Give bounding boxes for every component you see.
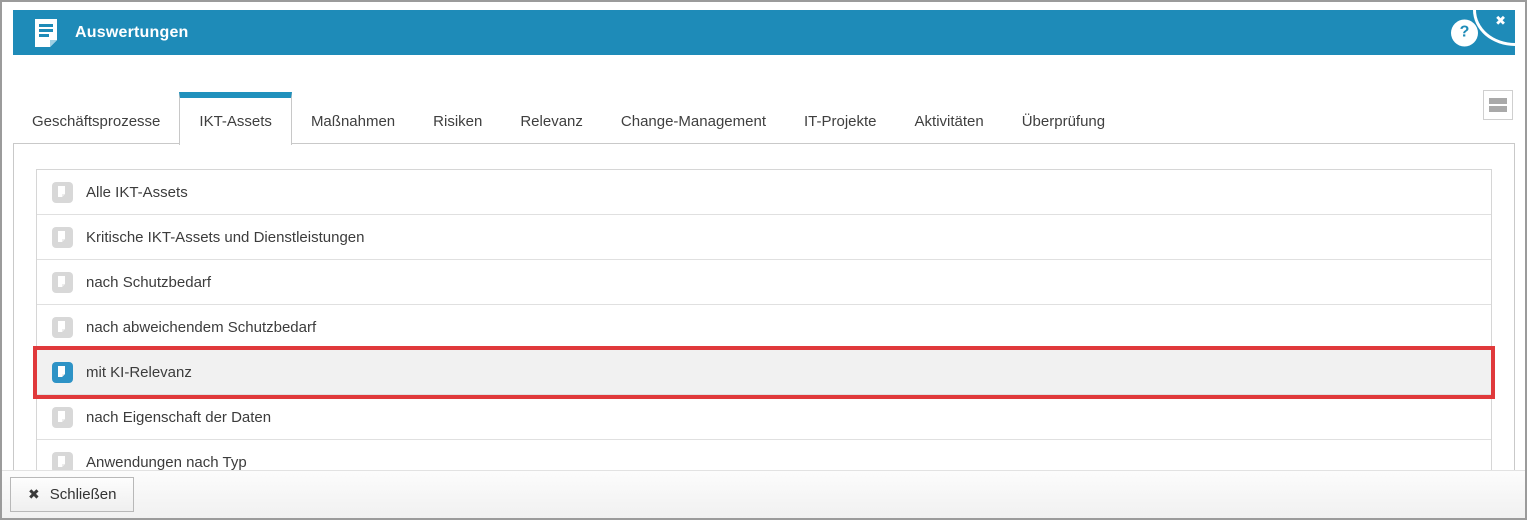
dialog-footer: ✖ Schließen — [2, 470, 1525, 518]
auswertungen-dialog: Auswertungen ? ✖ Geschäftsprozesse IKT-A… — [0, 0, 1527, 520]
tab-aktivit-ten[interactable]: Aktivitäten — [896, 92, 1003, 144]
document-icon — [52, 317, 73, 338]
close-icon: ✖ — [1495, 13, 1506, 29]
tab-gesch-ftsprozesse[interactable]: Geschäftsprozesse — [13, 92, 179, 144]
tab-risiken[interactable]: Risiken — [414, 92, 501, 144]
tab-label: Relevanz — [520, 113, 583, 130]
tab-it-projekte[interactable]: IT-Projekte — [785, 92, 896, 144]
report-list-item[interactable]: nach abweichendem Schutzbedarf — [37, 305, 1491, 350]
dialog-title: Auswertungen — [75, 24, 189, 42]
list-view-icon — [1489, 98, 1507, 104]
report-icon — [34, 19, 58, 47]
document-icon — [52, 362, 73, 383]
dialog-close-button[interactable]: ✖ — [1473, 10, 1515, 46]
document-icon — [52, 227, 73, 248]
report-list: Alle IKT-Assets Kritische IKT-Assets und… — [36, 169, 1492, 486]
document-icon — [52, 272, 73, 293]
help-button[interactable]: ? — [1451, 19, 1478, 46]
tab--berpr-fung[interactable]: Überprüfung — [1003, 92, 1124, 144]
tab-bar: Geschäftsprozesse IKT-Assets Maßnahmen R… — [13, 92, 1515, 144]
document-icon — [52, 407, 73, 428]
tab-ma-nahmen[interactable]: Maßnahmen — [292, 92, 414, 144]
report-list-item[interactable]: mit KI-Relevanz — [37, 350, 1491, 395]
tab-ikt-assets[interactable]: IKT-Assets — [179, 92, 292, 145]
tab-label: Geschäftsprozesse — [32, 113, 160, 130]
close-icon: ✖ — [28, 486, 40, 503]
report-list-item-label: Anwendungen nach Typ — [86, 454, 247, 471]
tab-label: IKT-Assets — [199, 113, 272, 130]
list-view-icon — [1489, 106, 1507, 112]
tab-label: Aktivitäten — [915, 113, 984, 130]
list-view-toggle-button[interactable] — [1483, 90, 1513, 120]
close-button-label: Schließen — [50, 486, 117, 503]
document-icon — [52, 182, 73, 203]
report-list-item[interactable]: Kritische IKT-Assets und Dienstleistunge… — [37, 215, 1491, 260]
report-list-item[interactable]: nach Schutzbedarf — [37, 260, 1491, 305]
tab-change-management[interactable]: Change-Management — [602, 92, 785, 144]
report-list-item-label: mit KI-Relevanz — [86, 364, 192, 381]
tab-label: Risiken — [433, 113, 482, 130]
report-list-item-label: nach Schutzbedarf — [86, 274, 211, 291]
report-list-item-label: Alle IKT-Assets — [86, 184, 188, 201]
report-list-item-label: nach abweichendem Schutzbedarf — [86, 319, 316, 336]
report-list-item[interactable]: nach Eigenschaft der Daten — [37, 395, 1491, 440]
tab-relevanz[interactable]: Relevanz — [501, 92, 602, 144]
report-list-item[interactable]: Alle IKT-Assets — [37, 170, 1491, 215]
tab-label: Change-Management — [621, 113, 766, 130]
report-list-item-label: Kritische IKT-Assets und Dienstleistunge… — [86, 229, 364, 246]
tab-label: IT-Projekte — [804, 113, 877, 130]
tab-label: Überprüfung — [1022, 113, 1105, 130]
question-mark-icon: ? — [1460, 24, 1470, 42]
close-dialog-button[interactable]: ✖ Schließen — [10, 477, 134, 512]
tab-label: Maßnahmen — [311, 113, 395, 130]
dialog-header: Auswertungen ? ✖ — [13, 10, 1515, 55]
tab-content-panel: Alle IKT-Assets Kritische IKT-Assets und… — [13, 143, 1515, 518]
report-list-item-label: nach Eigenschaft der Daten — [86, 409, 271, 426]
